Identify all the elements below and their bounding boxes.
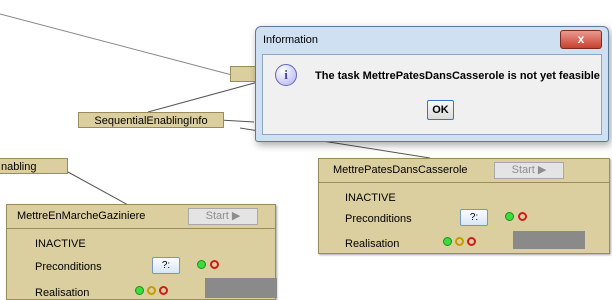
connector-line [67, 171, 131, 207]
task-state: INACTIVE [35, 238, 86, 250]
start-button[interactable]: Start ▶ [494, 162, 564, 179]
dialog-title: Information [263, 34, 319, 46]
realisation-label: Realisation [35, 287, 90, 299]
preconditions-label: Preconditions [35, 261, 102, 273]
connector-line [0, 13, 233, 76]
preconditions-label: Preconditions [345, 213, 412, 225]
yellow-status-icon [147, 286, 156, 295]
task-title: MettrePatesDansCasserole [333, 164, 468, 176]
realisation-label: Realisation [345, 238, 400, 250]
start-button[interactable]: Start ▶ [188, 208, 258, 225]
task-body: INACTIVE Preconditions ?: Realisation [7, 229, 277, 299]
realisation-progress-bar [513, 231, 585, 249]
tree-node-sequential-enabling-info[interactable]: SequentialEnablingInfo [78, 112, 224, 128]
close-icon: x [577, 32, 585, 46]
preconditions-query-button[interactable]: ?: [460, 209, 488, 226]
dialog-content: i The task MettrePatesDansCasserole is n… [262, 54, 602, 135]
red-status-icon [159, 286, 168, 295]
task-model-canvas: SequentialEnablingInfo nabling MettreEnM… [0, 0, 612, 300]
green-status-icon [505, 212, 514, 221]
yellow-status-icon [455, 237, 464, 246]
tree-node-label: nabling [1, 161, 37, 173]
task-body: INACTIVE Preconditions ?: Realisation [319, 183, 609, 253]
green-status-icon [443, 237, 452, 246]
task-panel-mettre-pates-dans-casserole: MettrePatesDansCasserole Start ▶ INACTIV… [318, 158, 610, 254]
info-icon: i [275, 64, 297, 86]
red-status-icon [518, 212, 527, 221]
red-status-icon [467, 237, 476, 246]
green-status-icon [135, 286, 144, 295]
information-dialog: Information x i The task MettrePatesDans… [255, 26, 609, 142]
tree-node-enabling[interactable]: nabling [0, 158, 68, 174]
green-status-icon [197, 260, 206, 269]
preconditions-query-button[interactable]: ?: [152, 257, 180, 274]
realisation-progress-bar [205, 278, 277, 298]
connector-line [147, 81, 259, 113]
task-header: MettrePatesDansCasserole Start ▶ [319, 159, 609, 183]
tree-node-label: SequentialEnablingInfo [94, 115, 208, 127]
red-status-icon [210, 260, 219, 269]
task-state: INACTIVE [345, 192, 396, 204]
task-header: MettreEnMarcheGaziniere Start ▶ [7, 205, 275, 229]
task-title: MettreEnMarcheGaziniere [17, 210, 146, 222]
ok-button[interactable]: OK [427, 100, 454, 120]
close-button[interactable]: x [560, 30, 602, 49]
connector-line [219, 119, 255, 123]
dialog-message: The task MettrePatesDansCasserole is not… [315, 70, 600, 82]
task-panel-mettre-en-marche-gaziniere: MettreEnMarcheGaziniere Start ▶ INACTIVE… [6, 204, 277, 300]
